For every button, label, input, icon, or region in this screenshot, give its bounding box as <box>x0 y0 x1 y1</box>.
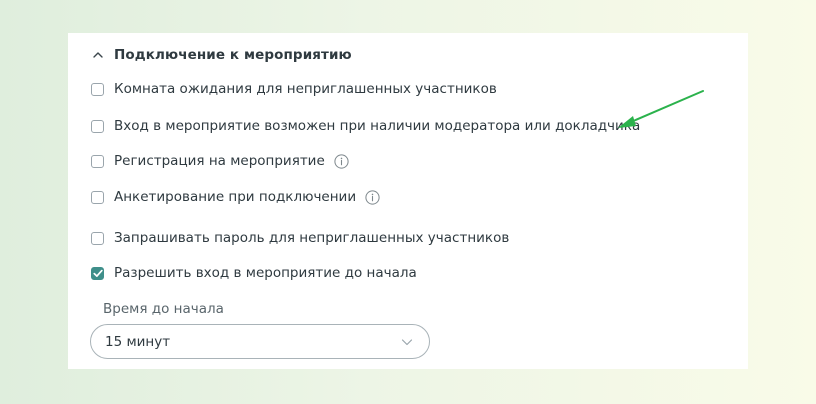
option-label: Комната ожидания для неприглашенных учас… <box>114 81 497 97</box>
start-time-value: 15 минут <box>105 333 171 350</box>
option-survey[interactable]: Анкетирование при подключении <box>91 187 380 207</box>
info-icon[interactable] <box>334 153 349 169</box>
checkbox-password[interactable] <box>91 231 104 245</box>
option-label: Вход в мероприятие возможен при наличии … <box>114 118 641 134</box>
option-early-entry[interactable]: Разрешить вход в мероприятие до начала <box>91 263 417 283</box>
info-icon[interactable] <box>365 189 380 205</box>
checkmark-icon <box>92 269 103 277</box>
checkbox-early-entry[interactable] <box>91 266 104 280</box>
chevron-down-icon <box>401 339 413 346</box>
option-label: Регистрация на мероприятие <box>114 153 325 169</box>
section-title: Подключение к мероприятию <box>114 47 352 63</box>
option-label: Запрашивать пароль для неприглашенных уч… <box>114 230 510 246</box>
option-label: Анкетирование при подключении <box>114 189 357 205</box>
option-waiting-room[interactable]: Комната ожидания для неприглашенных учас… <box>91 79 497 99</box>
option-registration[interactable]: Регистрация на мероприятие <box>91 151 349 171</box>
option-password[interactable]: Запрашивать пароль для неприглашенных уч… <box>91 228 509 248</box>
start-time-select[interactable]: 15 минут <box>90 324 430 359</box>
checkbox-waiting-room[interactable] <box>91 82 104 96</box>
page-background: Подключение к мероприятию Комната ожидан… <box>0 0 816 404</box>
option-moderator-required[interactable]: Вход в мероприятие возможен при наличии … <box>91 116 640 136</box>
start-time-label: Время до начала <box>103 301 224 317</box>
chevron-up-icon[interactable] <box>92 49 104 61</box>
checkbox-moderator-required[interactable] <box>91 119 104 133</box>
checkbox-survey[interactable] <box>91 190 104 204</box>
section-header[interactable]: Подключение к мероприятию <box>92 45 352 65</box>
annotation-arrow <box>618 90 704 128</box>
option-label: Разрешить вход в мероприятие до начала <box>114 265 417 281</box>
connection-settings-card: Подключение к мероприятию Комната ожидан… <box>68 33 748 369</box>
checkbox-registration[interactable] <box>91 154 104 168</box>
